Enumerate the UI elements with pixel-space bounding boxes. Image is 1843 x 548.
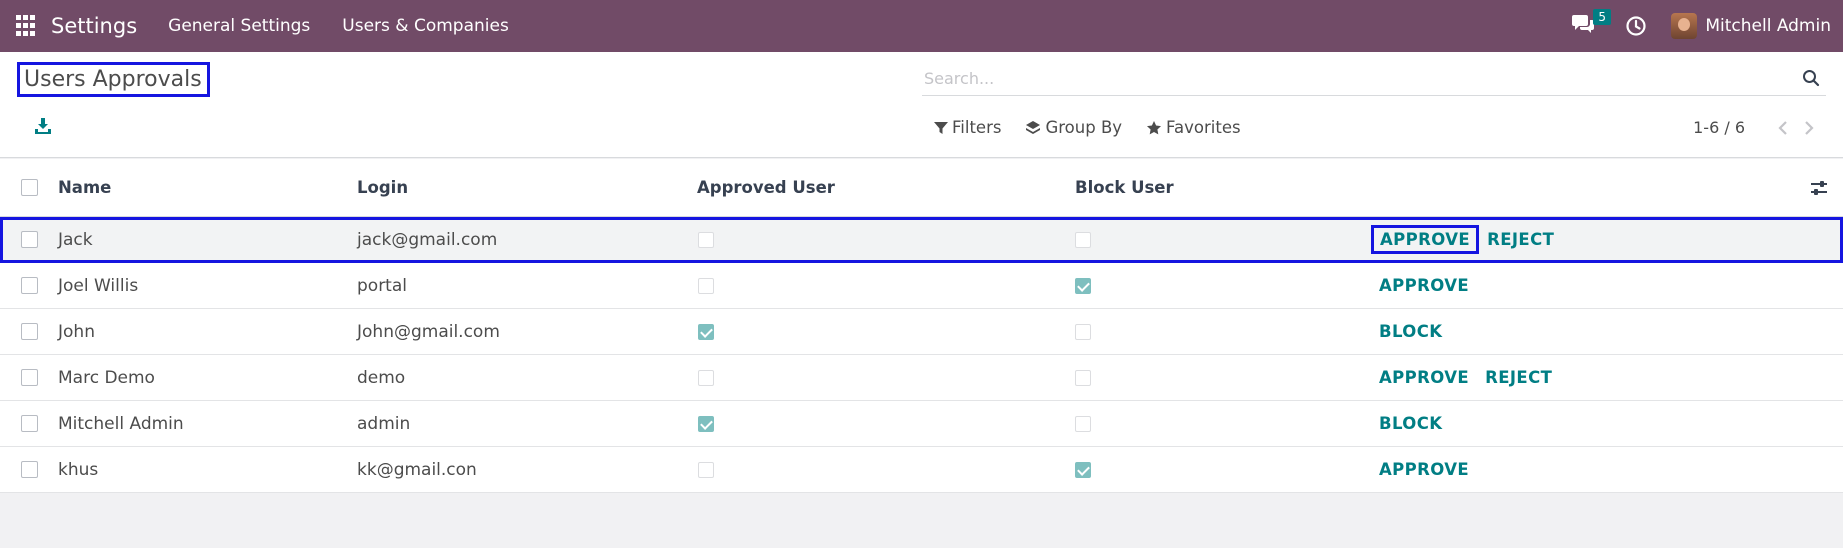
user-login-cell: John@gmail.com xyxy=(357,321,500,342)
approved-user-checkbox xyxy=(698,323,714,340)
row-checkbox[interactable] xyxy=(21,415,38,432)
search-input[interactable] xyxy=(922,62,1782,94)
menu-general-settings[interactable]: General Settings xyxy=(168,16,310,36)
user-login-cell: kk@gmail.con xyxy=(357,459,477,480)
user-login-cell: jack@gmail.com xyxy=(357,229,498,250)
approve-button[interactable]: APPROVE xyxy=(1371,457,1477,482)
group-by-label: Group By xyxy=(1045,118,1123,137)
message-count-badge: 5 xyxy=(1593,9,1611,25)
group-by-button[interactable]: Group By xyxy=(1025,118,1122,137)
filters-button[interactable]: Filters xyxy=(934,118,1001,137)
row-checkbox[interactable] xyxy=(21,369,38,386)
users-approval-table: Name Login Approved User Block User Jack… xyxy=(0,159,1843,493)
block-user-checkbox xyxy=(1075,231,1091,248)
top-navbar: Settings General Settings Users & Compan… xyxy=(0,0,1843,52)
user-name-cell: Marc Demo xyxy=(58,367,155,388)
table-header: Name Login Approved User Block User xyxy=(0,159,1843,217)
activity-clock-icon[interactable] xyxy=(1625,15,1647,37)
menu-users-companies[interactable]: Users & Companies xyxy=(342,16,509,36)
block-user-checkbox xyxy=(1075,461,1091,478)
reject-button[interactable]: REJECT xyxy=(1479,227,1562,252)
search-bar xyxy=(922,62,1826,96)
table-row[interactable]: John John@gmail.com BLOCK xyxy=(0,309,1843,355)
user-name-cell: Joel Willis xyxy=(58,275,139,296)
user-name-cell: John xyxy=(58,321,95,342)
column-header-name[interactable]: Name xyxy=(58,159,111,216)
apps-grid-icon[interactable] xyxy=(16,15,38,37)
row-highlight-outline xyxy=(0,217,1843,263)
page-title: Users Approvals xyxy=(17,62,210,97)
approve-button[interactable]: APPROVE xyxy=(1371,273,1477,298)
pager-next-icon[interactable] xyxy=(1803,120,1815,136)
row-checkbox[interactable] xyxy=(21,277,38,294)
row-checkbox[interactable] xyxy=(21,323,38,340)
row-checkbox[interactable] xyxy=(21,461,38,478)
user-login-cell: portal xyxy=(357,275,407,296)
reject-button[interactable]: REJECT xyxy=(1477,365,1560,390)
search-icon[interactable] xyxy=(1802,69,1820,87)
filter-icon xyxy=(934,121,948,134)
approved-user-checkbox xyxy=(698,231,714,248)
block-user-checkbox xyxy=(1075,277,1091,294)
app-title[interactable]: Settings xyxy=(51,14,137,38)
table-row[interactable]: Mitchell Admin admin BLOCK xyxy=(0,401,1843,447)
approve-button[interactable]: APPROVE xyxy=(1371,365,1477,390)
favorites-label: Favorites xyxy=(1166,118,1241,137)
block-user-checkbox xyxy=(1075,323,1091,340)
table-row[interactable]: Marc Demo demo APPROVE REJECT xyxy=(0,355,1843,401)
approved-user-checkbox xyxy=(698,461,714,478)
block-user-checkbox xyxy=(1075,415,1091,432)
user-name-cell: Jack xyxy=(58,229,93,250)
control-panel: Users Approvals Filters Group By xyxy=(0,52,1843,158)
pager-previous-icon[interactable] xyxy=(1777,120,1789,136)
table-row[interactable]: Jack jack@gmail.com APPROVE REJECT xyxy=(0,217,1843,263)
search-options: Filters Group By Favorites xyxy=(934,118,1265,137)
favorites-button[interactable]: Favorites xyxy=(1146,118,1241,137)
pager: 1-6 / 6 xyxy=(1693,118,1815,137)
table-row[interactable]: khus kk@gmail.con APPROVE xyxy=(0,447,1843,493)
approved-user-checkbox xyxy=(698,369,714,386)
user-menu-name[interactable]: Mitchell Admin xyxy=(1705,16,1831,36)
user-avatar[interactable] xyxy=(1671,13,1698,39)
block-button[interactable]: BLOCK xyxy=(1371,411,1450,436)
user-name-cell: Mitchell Admin xyxy=(58,413,184,434)
approve-button[interactable]: APPROVE xyxy=(1371,225,1480,254)
user-login-cell: admin xyxy=(357,413,411,434)
messages-icon[interactable]: 5 xyxy=(1571,9,1611,39)
filters-label: Filters xyxy=(952,118,1002,137)
column-header-approved-user[interactable]: Approved User xyxy=(697,159,835,216)
pager-value[interactable]: 1-6 / 6 xyxy=(1693,118,1745,137)
user-login-cell: demo xyxy=(357,367,406,388)
table-row[interactable]: Joel Willis portal APPROVE xyxy=(0,263,1843,309)
navbar-systray: 5 Mitchell Admin xyxy=(1571,0,1831,52)
column-header-block-user[interactable]: Block User xyxy=(1075,159,1174,216)
optional-columns-icon[interactable] xyxy=(1810,179,1828,197)
star-icon xyxy=(1147,120,1162,134)
block-button[interactable]: BLOCK xyxy=(1371,319,1450,344)
user-name-cell: khus xyxy=(58,459,99,480)
block-user-checkbox xyxy=(1075,369,1091,386)
approved-user-checkbox xyxy=(698,277,714,294)
select-all-checkbox[interactable] xyxy=(21,179,38,196)
row-checkbox[interactable] xyxy=(21,231,38,248)
approved-user-checkbox xyxy=(698,415,714,432)
download-icon[interactable] xyxy=(34,117,52,135)
column-header-login[interactable]: Login xyxy=(357,159,408,216)
layers-icon xyxy=(1026,120,1041,134)
